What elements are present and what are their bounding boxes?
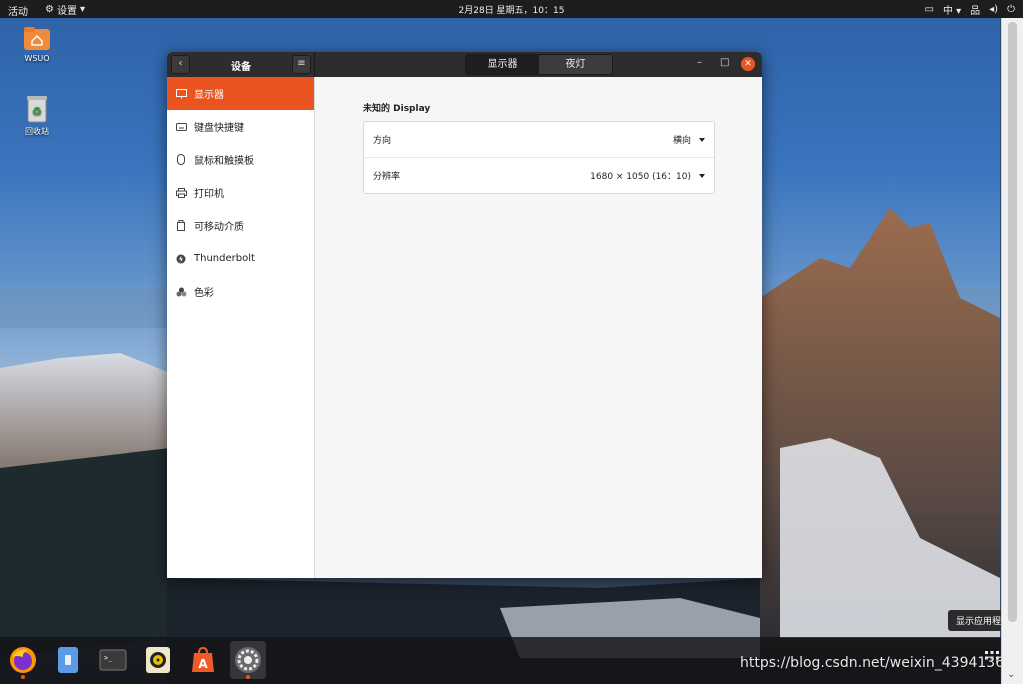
input-method-label: 中: [942, 6, 953, 17]
files-icon: [58, 647, 78, 673]
keyboard-icon: [175, 121, 187, 133]
dropdown-arrow-icon: [699, 173, 705, 178]
tab-switcher: 显示器 夜灯: [465, 54, 613, 75]
printer-icon: [175, 187, 187, 199]
maximize-button[interactable]: □: [720, 57, 729, 68]
volume-icon[interactable]: ◂): [989, 4, 998, 15]
panel-title: 设备: [231, 62, 251, 73]
dock-software[interactable]: A: [185, 641, 221, 679]
dropdown-arrow-icon: [699, 137, 705, 142]
sidebar-item-label: 色彩: [194, 288, 214, 299]
dock-files[interactable]: [50, 641, 86, 679]
svg-text:A: A: [198, 657, 208, 671]
svg-text:>_: >_: [104, 654, 113, 662]
orientation-dropdown[interactable]: 横向: [673, 133, 705, 146]
input-method-menu[interactable]: 中 ▾: [943, 2, 961, 17]
desktop-icon-label: 回收站: [25, 127, 49, 136]
keyboard-layout-icon[interactable]: ▭: [925, 4, 934, 15]
tab-display[interactable]: 显示器: [466, 55, 539, 74]
sidebar-item-label: 显示器: [194, 90, 224, 101]
terminal-icon: >_: [99, 649, 127, 671]
sidebar-item-label: 键盘快捷键: [194, 123, 244, 134]
sidebar-item-label: 打印机: [194, 189, 224, 200]
close-icon: ✕: [744, 59, 752, 69]
scroll-down-icon[interactable]: ⌄: [1007, 669, 1015, 680]
desktop-icon-trash[interactable]: ♻ 回收站: [17, 94, 57, 137]
power-icon[interactable]: ⏻: [1007, 4, 1015, 15]
trash-icon: ♻: [27, 96, 47, 123]
dock-terminal[interactable]: >_: [95, 641, 131, 679]
sidebar-item-thunderbolt[interactable]: Thunderbolt: [167, 242, 314, 275]
app-menu-label: 设置: [56, 6, 77, 17]
settings-icon: [235, 647, 261, 673]
network-icon[interactable]: 品: [970, 2, 980, 17]
watermark-text: https://blog.csdn.net/weixin_43941364: [740, 655, 1002, 671]
firefox-icon: [10, 647, 36, 673]
display-settings-list: 方向 横向 分辨率 1680 × 1050 (16：10): [363, 121, 715, 194]
chevron-down-icon: ▾: [79, 4, 85, 15]
activities-button[interactable]: 活动: [8, 3, 28, 18]
orientation-label: 方向: [373, 136, 392, 146]
app-menu-button[interactable]: ⚙ 设置 ▾: [45, 2, 85, 17]
scrollbar-thumb[interactable]: [1008, 22, 1017, 622]
sidebar-item-keyboard[interactable]: 键盘快捷键: [167, 110, 314, 143]
desktop-icon-home[interactable]: WSUO: [17, 24, 57, 63]
display-icon: [175, 88, 187, 100]
gear-icon: ⚙: [45, 4, 54, 15]
sidebar-item-label: 可移动介质: [194, 222, 244, 233]
hamburger-menu-icon: ≡: [297, 58, 306, 69]
desktop-icon-label: WSUO: [24, 54, 50, 63]
dock-settings[interactable]: [230, 641, 266, 679]
color-icon: [175, 286, 187, 298]
monitor-name: 未知的 Display: [363, 104, 431, 114]
resolution-label: 分辨率: [373, 172, 401, 182]
orientation-row[interactable]: 方向 横向: [364, 122, 714, 158]
display-settings-panel: 未知的 Display 方向 横向 分辨率 1680 × 1050 (16：10…: [315, 77, 762, 578]
header-bar: ‹ 设备 ≡ 显示器 夜灯 – □ ✕: [167, 52, 762, 77]
svg-text:♻: ♻: [32, 105, 42, 118]
settings-window: ‹ 设备 ≡ 显示器 夜灯 – □ ✕ 显示器 键盘快捷键 鼠标和触摸板 打印机…: [167, 52, 762, 578]
resolution-row[interactable]: 分辨率 1680 × 1050 (16：10): [364, 158, 714, 193]
menu-button[interactable]: ≡: [292, 55, 311, 74]
removable-media-icon: [175, 220, 187, 232]
tab-night-light[interactable]: 夜灯: [539, 55, 612, 74]
rhythmbox-icon: [146, 647, 170, 673]
sidebar-item-printer[interactable]: 打印机: [167, 176, 314, 209]
resolution-value: 1680 × 1050 (16：10): [590, 172, 691, 182]
dock-rhythmbox[interactable]: [140, 641, 176, 679]
sidebar-item-color[interactable]: 色彩: [167, 275, 314, 308]
system-tray: ▭ 中 ▾ 品 ◂) ⏻: [925, 2, 1016, 17]
sidebar-item-label: Thunderbolt: [194, 253, 255, 264]
software-center-icon: A: [192, 646, 214, 672]
top-panel: 活动 ⚙ 设置 ▾ 2月28日 星期五，10：15 ▭ 中 ▾ 品 ◂) ⏻: [0, 0, 1023, 18]
sidebar: 显示器 键盘快捷键 鼠标和触摸板 打印机 可移动介质 Thunderbolt 色…: [167, 77, 315, 578]
thunderbolt-icon: [175, 253, 187, 265]
vertical-scrollbar[interactable]: ⌄: [1001, 18, 1023, 684]
mouse-icon: [175, 154, 187, 166]
sidebar-item-display[interactable]: 显示器: [167, 77, 314, 110]
dock-firefox[interactable]: [5, 641, 41, 679]
resolution-dropdown[interactable]: 1680 × 1050 (16：10): [590, 169, 705, 182]
close-button[interactable]: ✕: [741, 57, 755, 71]
sidebar-item-label: 鼠标和触摸板: [194, 156, 254, 167]
sidebar-item-mouse[interactable]: 鼠标和触摸板: [167, 143, 314, 176]
sidebar-item-removable-media[interactable]: 可移动介质: [167, 209, 314, 242]
clock-button[interactable]: 2月28日 星期五，10：15: [459, 6, 565, 16]
minimize-button[interactable]: –: [697, 57, 702, 68]
sidebar-header: ‹ 设备 ≡: [167, 52, 315, 77]
back-button[interactable]: ‹: [171, 55, 190, 74]
home-folder-icon: [24, 27, 50, 50]
chevron-left-icon: ‹: [178, 58, 183, 69]
orientation-value: 横向: [672, 136, 691, 146]
